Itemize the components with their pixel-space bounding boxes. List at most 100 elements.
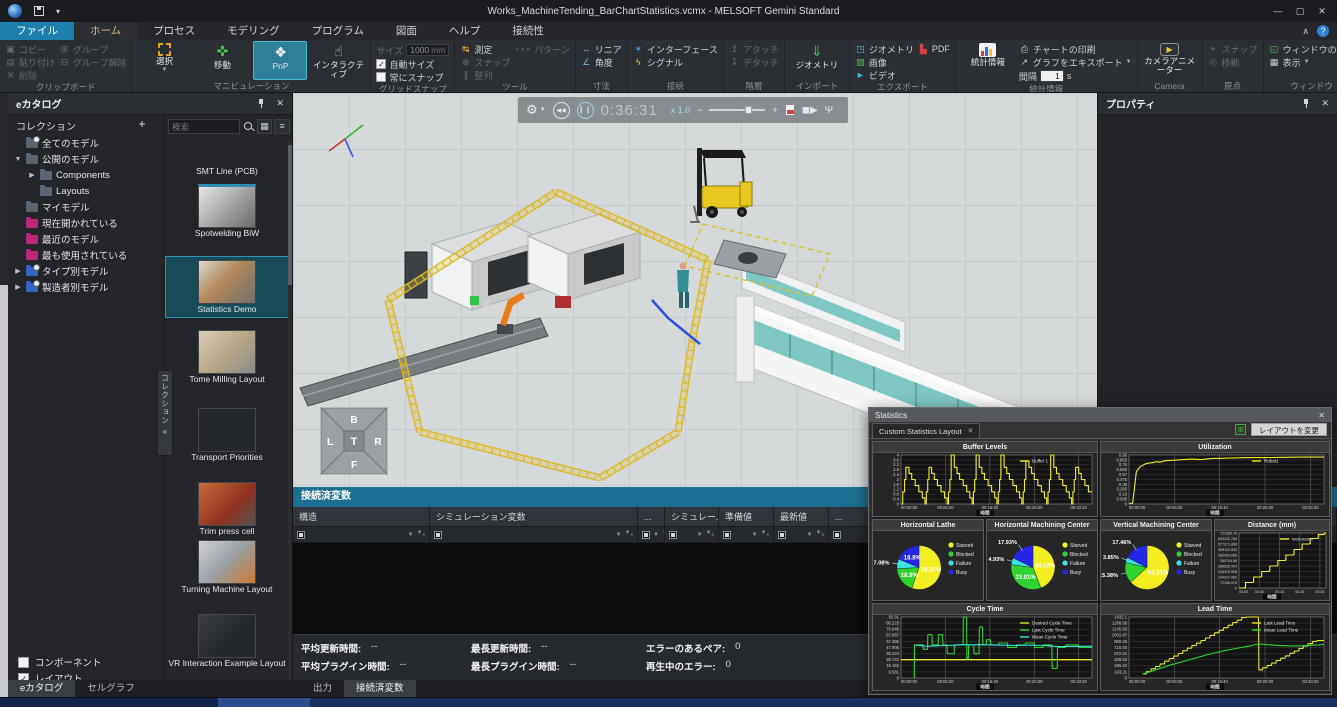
search-input[interactable] [168, 119, 240, 134]
add-collection-button[interactable]: + [134, 117, 150, 133]
minimize-button[interactable]: — [1267, 0, 1289, 22]
chart-cycle-time[interactable]: Cycle Time 0 9.581 19.162 28.743 38.324 47.905… [872, 603, 1098, 691]
column-header-3[interactable]: シミュレー... [665, 507, 719, 526]
statistics-window-titlebar[interactable]: Statistics ✕ [869, 408, 1331, 422]
filter-checkbox-icon[interactable] [669, 530, 677, 539]
pause-button[interactable]: ❙❙ [576, 101, 594, 119]
ribbon-button-interface[interactable]: ✶ インターフェース [633, 43, 718, 55]
pin-icon[interactable] [1301, 98, 1311, 109]
catalog-item-3[interactable]: Tome Milling Layout [165, 330, 289, 384]
ribbon-button-geometry[interactable]: ◳ ジオメトリ [855, 43, 914, 55]
tree-item-4[interactable]: マイモデル [8, 199, 164, 215]
checkbox-icon[interactable] [376, 72, 387, 82]
column-filter-0[interactable]: ▼ ▼x [293, 527, 430, 542]
tab-cellgraph[interactable]: セルグラフ [75, 680, 147, 697]
restore-button[interactable]: ▢ [1289, 0, 1311, 22]
settings-gear-icon[interactable]: ⚙ [526, 102, 538, 118]
column-header-0[interactable]: 構造 [293, 507, 430, 526]
catalog-item-2[interactable]: Statistics Demo [165, 256, 289, 319]
ribbon-button-image[interactable]: ▨ 画像 [855, 56, 914, 68]
chart-lead-time[interactable]: Lead Time 0 143.21 286.42 429.63 572.84 716.05… [1100, 603, 1330, 691]
column-filter-5[interactable]: ▼ ▼x [774, 527, 829, 542]
filter-dropdown-icon[interactable]: ▼ [616, 532, 622, 538]
statistics-layout-tab[interactable]: Custom Statistics Layout ✕ [872, 423, 981, 438]
record-video-icon[interactable]: ◼▶ [802, 105, 818, 116]
filter-checkbox-icon[interactable] [833, 530, 841, 539]
chart-horizontal-lathe[interactable]: Horizontal Lathe 55.21% 18.9% 7.08% 18.8% Sta… [872, 519, 984, 601]
ribbon-button-pnp[interactable]: ❖ PnP [253, 41, 308, 80]
menu-tab-0[interactable]: ファイル [0, 22, 74, 40]
ribbon-button-select[interactable]: 選択 ▼ [137, 41, 191, 80]
column-header-5[interactable]: 最新値 [774, 507, 829, 526]
ribbon-button-signal[interactable]: ϟ シグナル [633, 56, 718, 68]
ribbon-button-print[interactable]: ⎙ チャートの印刷 [1019, 43, 1132, 55]
column-header-1[interactable]: シミュレーション変数 [430, 507, 638, 526]
filter-dropdown-icon[interactable]: ▼ [408, 532, 414, 538]
tree-item-2[interactable]: ▶ Components [8, 167, 164, 183]
filter-funnel-icon[interactable]: ▼x [816, 530, 824, 538]
add-chart-icon[interactable]: ⊞ [1235, 424, 1246, 435]
filter-checkbox-icon[interactable] [434, 530, 442, 539]
close-panel-icon[interactable]: ✕ [1321, 98, 1329, 109]
column-header-2[interactable]: ... [638, 507, 665, 526]
filter-checkbox-icon[interactable] [642, 530, 650, 539]
checkbox-icon[interactable] [18, 656, 29, 668]
filter-dropdown-icon[interactable]: ▼ [807, 532, 813, 538]
tree-item-5[interactable]: 現在開かれている [8, 215, 164, 231]
tree-item-8[interactable]: ▶ タイプ別モデル [8, 263, 164, 279]
chart-buffer-levels[interactable]: Buffer Levels 0 0.4 0.8 1.2 1.6 2 2.4 2.8 3.2 3.6 4… [872, 441, 1098, 517]
filter-dropdown-icon[interactable]: ▼ [752, 532, 758, 538]
view-navigation-widget[interactable]: B L T R F [311, 398, 397, 484]
filter-checkbox-icon[interactable] [778, 530, 786, 539]
speed-plus[interactable]: + [772, 105, 777, 115]
ribbon-check-1[interactable]: ✓ 自動サイズ [376, 58, 449, 70]
column-filter-1[interactable]: ▼ ▼x [430, 527, 638, 542]
close-button[interactable]: ✕ [1311, 0, 1333, 22]
chart-distance[interactable]: Distance (mm) 0 72158.976 144317.952 216476.… [1214, 519, 1330, 601]
settings-caret-icon[interactable]: ▼ [540, 107, 546, 113]
tree-item-6[interactable]: 最近のモデル [8, 231, 164, 247]
ribbon-button-measure[interactable]: ↹ 測定 [460, 43, 510, 55]
ribbon-button-restore-window[interactable]: ◱ウィンドウの復元 [1269, 43, 1337, 55]
catalog-item-7[interactable]: VR Interaction Example Layout [165, 614, 289, 668]
tab-connected-variables[interactable]: 接続済変数 [344, 680, 416, 697]
ribbon-button-statistics[interactable]: 統計情報 [961, 41, 1015, 83]
ribbon-button-show[interactable]: ▦ 表示 ▼ [1269, 56, 1337, 68]
speed-minus[interactable]: − [697, 105, 702, 115]
speed-slider[interactable] [709, 106, 766, 114]
menu-tab-3[interactable]: モデリング [211, 22, 296, 40]
collections-collapsed-tab[interactable]: コレクション « [157, 370, 173, 456]
chart-utilization[interactable]: Utilization 0 0.095 0.19 0.285 0.38 0.475 0.57 0… [1100, 441, 1330, 517]
ribbon-input-field[interactable]: 1000 mm [406, 44, 450, 56]
help-icon[interactable]: ? [1317, 25, 1329, 37]
filter-funnel-icon[interactable]: ▼x [706, 530, 714, 538]
change-layout-button[interactable]: レイアウトを変更 [1251, 423, 1327, 436]
ribbon-button-interactive[interactable]: ☝ インタラクティブ [311, 41, 365, 80]
close-panel-icon[interactable]: ✕ [276, 98, 284, 109]
chart-vertical-machining-center[interactable]: Vertical Machining Center 63.31% 15.38% 3.8… [1099, 519, 1212, 601]
filter-funnel-icon[interactable]: ▼x [761, 530, 769, 538]
column-filter-4[interactable]: ▼ ▼x [719, 527, 774, 542]
ribbon-check-2[interactable]: 常にスナップ [376, 71, 449, 83]
ribbon-button-import-geometry[interactable]: ⇓ ジオメトリ [790, 41, 844, 80]
catalog-scrollbar[interactable] [288, 139, 292, 689]
ribbon-input-field[interactable]: 1 [1039, 70, 1064, 82]
filter-checkbox-icon[interactable] [297, 530, 305, 539]
filter-funnel-icon[interactable]: ▼x [625, 530, 633, 538]
catalog-item-1[interactable]: Spotwelding BiW [165, 184, 289, 238]
catalog-item-0[interactable]: SMT Line (PCB) [165, 166, 289, 176]
column-filter-2[interactable]: ▼▼x [638, 527, 665, 542]
tree-item-7[interactable]: 最も使用されている [8, 247, 164, 263]
ribbon-button-move[interactable]: ✜ 移動 [195, 41, 249, 80]
tree-item-3[interactable]: Layouts [8, 183, 164, 199]
sort-button[interactable]: ≡ [274, 119, 290, 134]
ribbon-button-export-graph[interactable]: ↗ グラフをエキスポート ▼ [1019, 56, 1132, 68]
menu-tab-1[interactable]: ホーム [74, 22, 138, 40]
filter-funnel-icon[interactable]: ▼x [417, 530, 425, 538]
tree-item-1[interactable]: ▼ 公開のモデル [8, 151, 164, 167]
ribbon-button-pdf[interactable]: ▙ PDF [918, 43, 950, 55]
ribbon-collapse-icon[interactable]: ∧ [1302, 26, 1309, 37]
filter-dropdown-icon[interactable]: ▼ [697, 532, 703, 538]
menu-tab-6[interactable]: ヘルプ [433, 22, 497, 40]
tab-close-icon[interactable]: ✕ [968, 427, 974, 435]
